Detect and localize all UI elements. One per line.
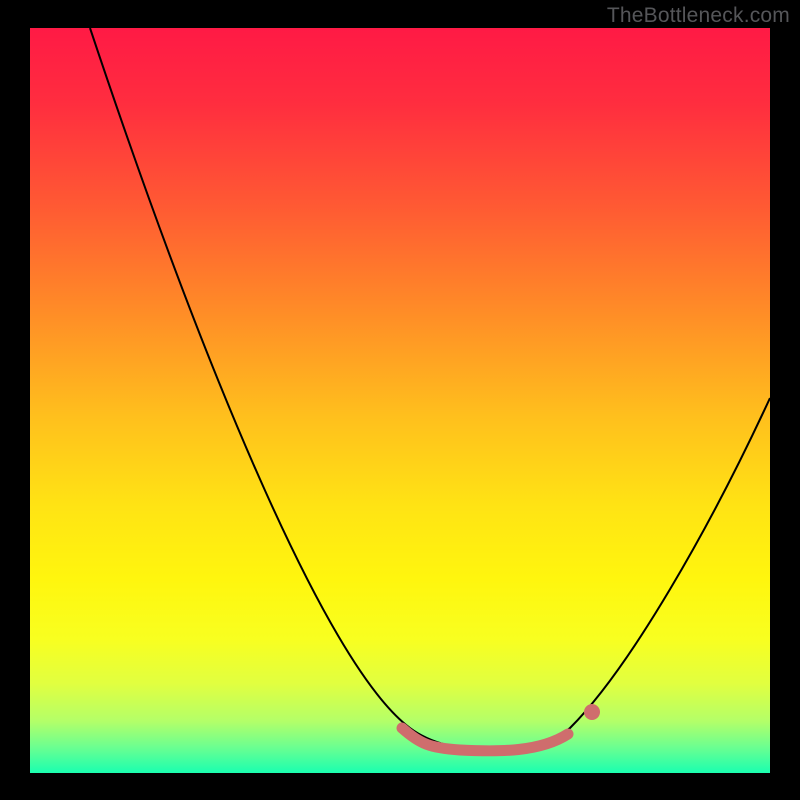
plot-area <box>30 28 770 773</box>
chart-frame: TheBottleneck.com <box>0 0 800 800</box>
watermark-text: TheBottleneck.com <box>607 4 790 28</box>
gradient-background <box>30 28 770 773</box>
marker-dot <box>584 704 600 720</box>
chart-svg <box>30 28 770 773</box>
